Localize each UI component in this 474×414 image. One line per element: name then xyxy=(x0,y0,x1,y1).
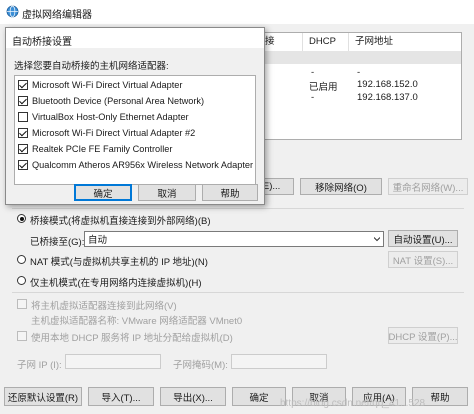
adapter-checkbox[interactable] xyxy=(18,80,28,90)
bridged-mode-radio[interactable] xyxy=(17,214,26,223)
table-cell-subnet: 192.168.137.0 xyxy=(357,92,418,103)
bridged-to-select[interactable]: 自动 xyxy=(84,231,384,247)
auto-bridge-dialog: 自动桥接设置 选择您要自动桥接的主机网络适配器: Microsoft Wi-Fi… xyxy=(5,27,265,205)
subnet-mask-label: 子网掩码(M): xyxy=(173,360,228,371)
connect-adapter-label: 将主机虚拟适配器连接到此网络(V) xyxy=(31,301,177,312)
window-title: 虚拟网络编辑器 xyxy=(22,10,92,21)
divider xyxy=(12,208,464,209)
adapter-item[interactable]: Bluetooth Device (Personal Area Network) xyxy=(18,95,254,108)
rename-network-button[interactable]: 重命名网络(W)... xyxy=(388,178,468,195)
import-button[interactable]: 导入(T)... xyxy=(88,387,154,406)
divider xyxy=(12,292,464,293)
adapter-checkbox[interactable] xyxy=(18,144,28,154)
adapter-checkbox[interactable] xyxy=(18,160,28,170)
nat-settings-button[interactable]: NAT 设置(S)... xyxy=(388,251,458,268)
adapter-name-label: 主机虚拟适配器名称: VMware 网络适配器 VMnet0 xyxy=(31,316,243,327)
table-cell-dhcp: - xyxy=(311,92,315,103)
dhcp-checkbox[interactable] xyxy=(17,331,27,341)
table-cell-subnet: 192.168.152.0 xyxy=(357,79,418,90)
table-cell-dhcp: 已启用 xyxy=(309,82,338,93)
watermark-text: https://blog.csdn.net/qq_41...528 xyxy=(280,398,426,409)
adapter-label: Realtek PCIe FE Family Controller xyxy=(32,144,173,154)
bridged-to-label: 已桥接至(G): xyxy=(30,237,85,248)
adapter-checkbox[interactable] xyxy=(18,128,28,138)
adapter-checkbox[interactable] xyxy=(18,96,28,106)
adapter-label: Microsoft Wi-Fi Direct Virtual Adapter #… xyxy=(32,128,196,138)
auto-settings-button[interactable]: 自动设置(U)... xyxy=(388,230,458,247)
host-only-label: 仅主机模式(在专用网络内连接虚拟机)(H) xyxy=(30,278,202,289)
restore-defaults-button[interactable]: 还原默认设置(R) xyxy=(4,387,82,406)
bridged-to-value: 自动 xyxy=(88,235,108,246)
host-only-radio[interactable] xyxy=(17,276,26,285)
chevron-down-icon xyxy=(374,237,380,242)
network-globe-icon xyxy=(6,5,19,18)
remove-network-button[interactable]: 移除网络(O) xyxy=(300,178,382,195)
adapter-item[interactable]: Microsoft Wi-Fi Direct Virtual Adapter #… xyxy=(18,127,254,140)
bridged-mode-label: 桥接模式(将虚拟机直接连接到外部网络)(B) xyxy=(30,216,211,227)
adapter-item[interactable]: Realtek PCIe FE Family Controller xyxy=(18,143,254,156)
nat-mode-label: NAT 模式(与虚拟机共享主机的 IP 地址)(N) xyxy=(30,257,208,268)
connect-adapter-checkbox[interactable] xyxy=(17,299,27,309)
table-cell-subnet: - xyxy=(357,67,361,78)
dhcp-label: 使用本地 DHCP 服务将 IP 地址分配给虚拟机(D) xyxy=(31,333,233,344)
table-cell-dhcp: - xyxy=(311,67,315,78)
dialog-ok-button[interactable]: 确定 xyxy=(74,184,132,201)
subnet-ip-label: 子网 IP (I): xyxy=(17,360,62,371)
export-button[interactable]: 导出(X)... xyxy=(160,387,226,406)
dialog-cancel-button[interactable]: 取消 xyxy=(138,184,196,201)
adapter-item[interactable]: Qualcomm Atheros AR956x Wireless Network… xyxy=(18,159,254,172)
dialog-title: 自动桥接设置 xyxy=(12,37,72,48)
adapter-item[interactable]: VirtualBox Host-Only Ethernet Adapter xyxy=(18,111,254,124)
adapter-label: Bluetooth Device (Personal Area Network) xyxy=(32,96,205,106)
adapter-label: Qualcomm Atheros AR956x Wireless Network… xyxy=(32,160,254,170)
subnet-mask-input[interactable] xyxy=(231,354,327,369)
dialog-help-button[interactable]: 帮助 xyxy=(202,184,258,201)
adapter-checkbox[interactable] xyxy=(18,112,28,122)
dhcp-settings-button[interactable]: DHCP 设置(P)... xyxy=(388,327,458,344)
adapter-label: VirtualBox Host-Only Ethernet Adapter xyxy=(32,112,189,122)
adapter-list[interactable]: Microsoft Wi-Fi Direct Virtual Adapter B… xyxy=(14,75,256,185)
dialog-instruction: 选择您要自动桥接的主机网络适配器: xyxy=(14,61,169,72)
table-header-subnet[interactable]: 子网地址 xyxy=(349,33,461,51)
adapter-item[interactable]: Microsoft Wi-Fi Direct Virtual Adapter xyxy=(18,79,254,92)
subnet-ip-input[interactable] xyxy=(65,354,161,369)
ok-button[interactable]: 确定 xyxy=(232,387,286,406)
nat-mode-radio[interactable] xyxy=(17,255,26,264)
table-header-dhcp[interactable]: DHCP xyxy=(303,33,349,51)
adapter-label: Microsoft Wi-Fi Direct Virtual Adapter xyxy=(32,80,183,90)
